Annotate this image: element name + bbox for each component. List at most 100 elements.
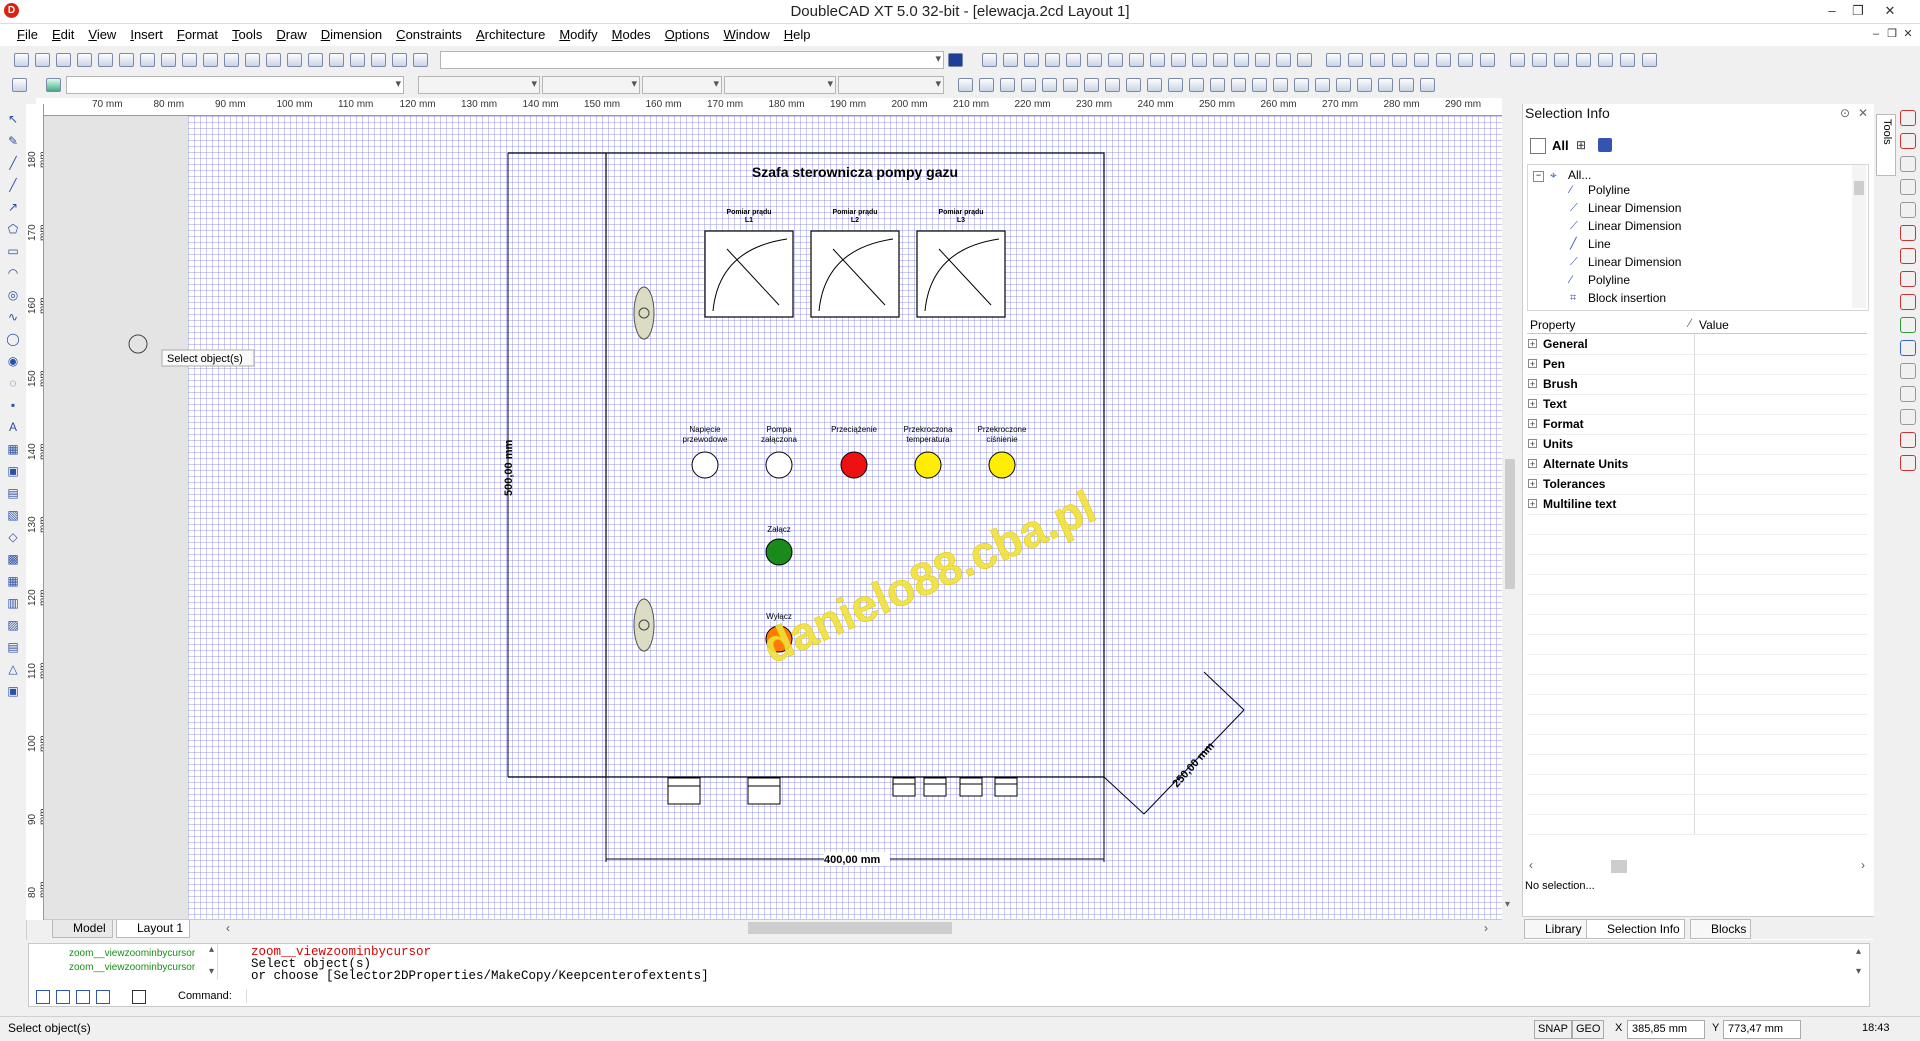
indicator-lamp[interactable]: Przekroczoneciśnienie bbox=[978, 425, 1027, 479]
cmd-option-icon-2[interactable] bbox=[56, 990, 70, 1004]
standard-tool-icon-13[interactable] bbox=[266, 53, 281, 67]
draw-tool-icon-14[interactable]: ▪ bbox=[6, 398, 20, 412]
menu-edit[interactable]: Edit bbox=[45, 24, 81, 42]
snap-tool-icon-1[interactable] bbox=[958, 78, 973, 92]
menu-help[interactable]: Help bbox=[777, 24, 818, 42]
standard-tool-icon-15[interactable] bbox=[308, 53, 323, 67]
snap-tool-icon-8[interactable] bbox=[1105, 78, 1120, 92]
edit-tool-icon-5[interactable] bbox=[1066, 53, 1081, 67]
indicator-lamp[interactable]: Przekroczonatemperatura bbox=[904, 425, 953, 479]
indicator-lamp[interactable]: Przeciążenie bbox=[831, 425, 877, 479]
pen-style-combo[interactable] bbox=[542, 76, 640, 94]
tab-model[interactable]: Model bbox=[52, 920, 113, 938]
scroll-left-icon[interactable]: ‹ bbox=[226, 921, 230, 935]
draw-tool-icon-9[interactable]: ◎ bbox=[6, 288, 20, 302]
expand-icon[interactable]: + bbox=[1528, 419, 1537, 429]
snap-tool-icon-4[interactable] bbox=[1021, 78, 1036, 92]
snap-tool-icon-10[interactable] bbox=[1147, 78, 1162, 92]
modify-tool-icon-6[interactable] bbox=[1900, 225, 1916, 241]
tree-item[interactable]: Line bbox=[1588, 237, 1611, 251]
scroll-right-icon[interactable]: › bbox=[1484, 921, 1488, 935]
push-button[interactable]: Załącz bbox=[765, 525, 793, 566]
tools-side-tab[interactable]: Tools bbox=[1876, 114, 1896, 176]
cmd-option-icon-5[interactable] bbox=[132, 990, 146, 1004]
tree-item[interactable]: Linear Dimension bbox=[1588, 219, 1681, 233]
snap-tool-icon-2[interactable] bbox=[979, 78, 994, 92]
layer-combo[interactable] bbox=[440, 51, 944, 69]
modify-tool-icon-12[interactable] bbox=[1900, 363, 1916, 379]
draw-tool-icon-12[interactable]: ◉ bbox=[6, 354, 20, 368]
menu-view[interactable]: View bbox=[81, 24, 123, 42]
cable-glands[interactable] bbox=[667, 777, 1018, 805]
snap-toggle[interactable]: SNAP bbox=[1534, 1020, 1572, 1039]
edit-tool-icon-21[interactable] bbox=[1414, 53, 1429, 67]
current-meter[interactable]: Pomiar prąduL1 bbox=[704, 209, 794, 318]
snap-tool-icon-21[interactable] bbox=[1378, 78, 1393, 92]
expand-icon[interactable]: + bbox=[1528, 479, 1537, 489]
property-group-text[interactable]: + Text bbox=[1527, 394, 1867, 415]
edit-tool-icon-4[interactable] bbox=[1045, 53, 1060, 67]
menu-modes[interactable]: Modes bbox=[605, 24, 658, 42]
tree-item[interactable]: Polyline bbox=[1588, 183, 1630, 197]
tab-layout-1[interactable]: Layout 1 bbox=[116, 920, 191, 938]
edit-tool-icon-10[interactable] bbox=[1171, 53, 1186, 67]
pin-icon[interactable]: ⊙ bbox=[1840, 106, 1850, 120]
tab-library[interactable]: Library bbox=[1524, 919, 1587, 939]
edit-tool-icon-26[interactable] bbox=[1532, 53, 1547, 67]
snap-tool-icon-7[interactable] bbox=[1084, 78, 1099, 92]
draw-tool-icon-26[interactable]: △ bbox=[6, 662, 20, 676]
edit-tool-icon-14[interactable] bbox=[1255, 53, 1270, 67]
edit-tool-icon-16[interactable] bbox=[1297, 53, 1312, 67]
menu-format[interactable]: Format bbox=[170, 24, 225, 42]
edit-tool-icon-24[interactable] bbox=[1480, 53, 1495, 67]
expand-icon[interactable]: + bbox=[1528, 439, 1537, 449]
edit-tool-icon-27[interactable] bbox=[1554, 53, 1569, 67]
property-group-pen[interactable]: + Pen bbox=[1527, 354, 1867, 375]
standard-tool-icon-3[interactable] bbox=[56, 53, 71, 67]
modify-tool-icon-2[interactable] bbox=[1900, 133, 1916, 149]
edit-tool-icon-3[interactable] bbox=[1024, 53, 1039, 67]
hinge-bottom[interactable] bbox=[633, 598, 655, 652]
modify-tool-icon-14[interactable] bbox=[1900, 409, 1916, 425]
quick-select-icon[interactable] bbox=[1598, 138, 1612, 152]
standard-tool-icon-12[interactable] bbox=[245, 53, 260, 67]
draw-tool-icon-10[interactable]: ∿ bbox=[6, 310, 20, 324]
standard-tool-icon-18[interactable] bbox=[371, 53, 386, 67]
modify-tool-icon-15[interactable] bbox=[1900, 432, 1916, 448]
modify-tool-icon-8[interactable] bbox=[1900, 271, 1916, 287]
edit-tool-icon-11[interactable] bbox=[1192, 53, 1207, 67]
property-group-multiline-text[interactable]: + Multiline text bbox=[1527, 494, 1867, 515]
draw-tool-icon-21[interactable]: ▩ bbox=[6, 552, 20, 566]
tab-selection-info[interactable]: Selection Info bbox=[1586, 919, 1685, 939]
snap-tool-icon-12[interactable] bbox=[1189, 78, 1204, 92]
snap-tool-icon-18[interactable] bbox=[1315, 78, 1330, 92]
edit-tool-icon-12[interactable] bbox=[1213, 53, 1228, 67]
draw-tool-icon-24[interactable]: ▨ bbox=[6, 618, 20, 632]
standard-tool-icon-4[interactable] bbox=[77, 53, 92, 67]
standard-tool-icon-1[interactable] bbox=[14, 53, 29, 67]
edit-tool-icon-22[interactable] bbox=[1436, 53, 1451, 67]
edit-tool-icon-23[interactable] bbox=[1458, 53, 1473, 67]
property-group-brush[interactable]: + Brush bbox=[1527, 374, 1867, 395]
command-input[interactable] bbox=[246, 989, 1857, 1003]
draw-tool-icon-19[interactable]: ▧ bbox=[6, 508, 20, 522]
edit-tool-icon-31[interactable] bbox=[1642, 53, 1657, 67]
x-coordinate[interactable]: 385,85 mm bbox=[1627, 1020, 1705, 1039]
snap-tool-icon-3[interactable] bbox=[1000, 78, 1015, 92]
edit-tool-icon-28[interactable] bbox=[1576, 53, 1591, 67]
snap-tool-icon-5[interactable] bbox=[1042, 78, 1057, 92]
modify-tool-icon-11[interactable] bbox=[1900, 340, 1916, 356]
draw-tool-icon-4[interactable]: ╱ bbox=[6, 178, 20, 192]
modify-tool-icon-9[interactable] bbox=[1900, 294, 1916, 310]
draw-tool-icon-15[interactable]: A bbox=[6, 420, 20, 434]
edit-tool-icon-1[interactable] bbox=[982, 53, 997, 67]
menu-file[interactable]: File bbox=[10, 24, 45, 42]
standard-tool-icon-6[interactable] bbox=[119, 53, 134, 67]
draw-tool-icon-8[interactable]: ◠ bbox=[6, 266, 20, 280]
menu-draw[interactable]: Draw bbox=[269, 24, 313, 42]
cmd-option-icon-1[interactable] bbox=[36, 990, 50, 1004]
edit-tool-icon-7[interactable] bbox=[1108, 53, 1123, 67]
layer-properties-icon[interactable] bbox=[948, 53, 963, 67]
modify-tool-icon-10[interactable] bbox=[1900, 317, 1916, 333]
expand-icon[interactable]: + bbox=[1528, 379, 1537, 389]
